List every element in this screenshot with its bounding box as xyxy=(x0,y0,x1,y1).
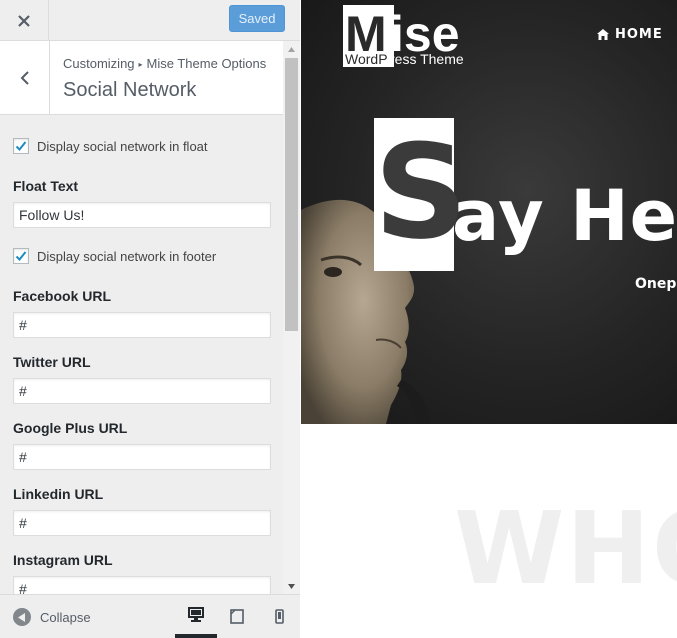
footer-checkbox[interactable] xyxy=(13,248,29,264)
triangle-down-icon xyxy=(288,583,295,589)
breadcrumb-parent: Customizing xyxy=(63,56,135,71)
hero-section: M ise WordP ress Theme HOME S ay Hell On… xyxy=(301,0,677,424)
hero-first-letter: S xyxy=(374,116,468,268)
float-text-label: Float Text xyxy=(13,178,79,194)
linkedin-url-input[interactable]: # xyxy=(13,510,271,536)
saved-button[interactable]: Saved xyxy=(229,5,285,32)
preview-mobile-button[interactable] xyxy=(258,595,300,638)
linkedin-url-label: Linkedin URL xyxy=(13,486,104,502)
collapse-icon xyxy=(13,608,31,626)
customizer-sidebar: Saved Customizing ▸ Mise Theme Options Soc… xyxy=(0,0,300,638)
back-button[interactable] xyxy=(0,41,50,114)
float-checkbox-row[interactable]: Display social network in float xyxy=(13,138,208,154)
twitter-url-input[interactable]: # xyxy=(13,378,271,404)
facebook-url-label: Facebook URL xyxy=(13,288,112,304)
breadcrumb-panel: Mise Theme Options xyxy=(146,56,267,71)
preview-tablet-button[interactable] xyxy=(216,595,258,638)
google-plus-url-input[interactable]: # xyxy=(13,444,271,470)
section-heading-who: WHO xyxy=(454,490,677,607)
svg-text:WordP: WordP xyxy=(345,51,388,67)
footer-checkbox-row[interactable]: Display social network in footer xyxy=(13,248,216,264)
arrow-right-small-icon: ▸ xyxy=(138,60,143,69)
checkmark-icon xyxy=(15,141,27,151)
breadcrumb: Customizing ▸ Mise Theme Options xyxy=(63,56,266,71)
triangle-up-icon xyxy=(288,46,295,52)
chevron-left-icon xyxy=(20,70,29,85)
hero-heading: ay Hell xyxy=(452,175,677,257)
hero-subtitle: Onepa xyxy=(635,276,677,292)
section-header: Customizing ▸ Mise Theme Options Social Ne… xyxy=(0,41,283,115)
nav-home-link[interactable]: HOME xyxy=(597,27,663,42)
controls-list: Display social network in float Float Te… xyxy=(0,116,283,594)
facebook-url-input[interactable]: # xyxy=(13,312,271,338)
footer-checkbox-label: Display social network in footer xyxy=(37,248,217,264)
scroll-down-button[interactable] xyxy=(283,578,300,594)
collapse-button[interactable]: Collapse xyxy=(13,608,91,626)
scroll-up-button[interactable] xyxy=(283,41,300,57)
mise-logo[interactable]: M ise WordP ress Theme xyxy=(343,5,478,67)
desktop-icon xyxy=(188,607,204,622)
google-plus-url-label: Google Plus URL xyxy=(13,420,128,436)
instagram-url-input[interactable]: # xyxy=(13,576,271,594)
home-icon xyxy=(597,29,609,40)
nav-home-label: HOME xyxy=(615,27,663,42)
collapse-label: Collapse xyxy=(40,609,91,625)
sidebar-scrollbar[interactable] xyxy=(283,41,300,594)
checkmark-icon xyxy=(15,251,27,261)
instagram-url-label: Instagram URL xyxy=(13,552,113,568)
site-preview: M ise WordP ress Theme HOME S ay Hell On… xyxy=(301,0,677,638)
close-icon xyxy=(18,14,30,27)
close-customizer-button[interactable] xyxy=(0,0,49,41)
scroll-thumb[interactable] xyxy=(285,58,298,331)
customizer-header: Saved xyxy=(0,0,300,41)
twitter-url-label: Twitter URL xyxy=(13,354,91,370)
section-title: Social Network xyxy=(63,79,197,101)
preview-desktop-button[interactable] xyxy=(175,595,217,638)
float-checkbox[interactable] xyxy=(13,138,29,154)
customizer-footer: Collapse xyxy=(0,594,300,638)
float-checkbox-label: Display social network in float xyxy=(37,138,208,154)
tablet-icon xyxy=(230,609,244,624)
svg-text:ress Theme: ress Theme xyxy=(390,51,464,67)
mobile-icon xyxy=(274,609,284,624)
float-text-input[interactable]: Follow Us! xyxy=(13,202,271,228)
